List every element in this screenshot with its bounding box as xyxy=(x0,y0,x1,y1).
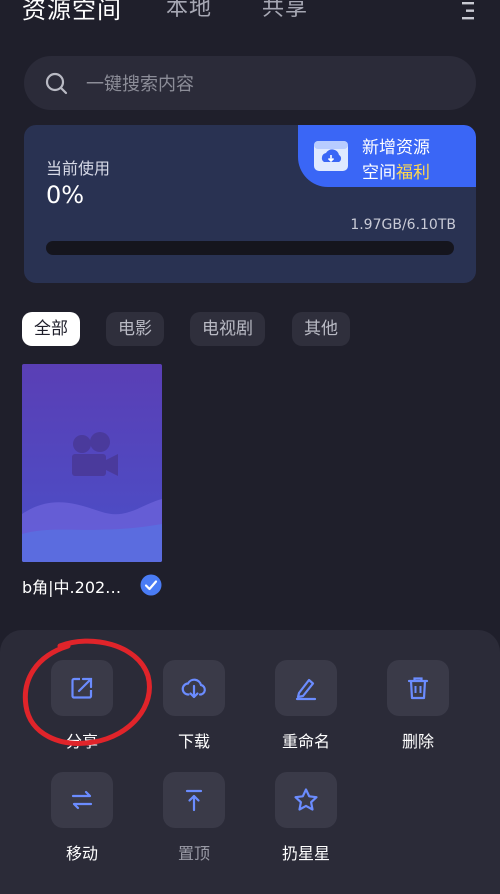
tab-shared[interactable]: 共享 xyxy=(262,0,308,22)
share-button[interactable] xyxy=(51,660,113,716)
share-action[interactable]: 分享 xyxy=(32,660,132,760)
tab-resource-space[interactable]: 资源空间 xyxy=(22,0,122,25)
usage-quota: 1.97GB/6.10TB xyxy=(350,217,456,233)
star-icon xyxy=(294,788,318,811)
cloud-storage-icon xyxy=(314,141,348,171)
video-camera-icon xyxy=(72,432,118,476)
more-vertical-icon[interactable] xyxy=(460,0,476,22)
download-action[interactable]: 下载 xyxy=(144,660,244,760)
star-action[interactable]: 扔星星 xyxy=(256,772,356,872)
rename-label: 重命名 xyxy=(281,732,330,751)
promo-banner[interactable]: 新增资源 空间福利 xyxy=(298,125,476,187)
download-label: 下载 xyxy=(177,732,210,751)
search-bar[interactable] xyxy=(24,56,476,110)
filter-movies[interactable]: 电影 xyxy=(106,312,164,346)
rename-button[interactable] xyxy=(275,660,337,716)
move-button[interactable] xyxy=(51,772,113,828)
delete-label: 删除 xyxy=(401,732,434,751)
search-input[interactable] xyxy=(84,68,448,100)
delete-action[interactable]: 删除 xyxy=(368,660,468,760)
promo-subtitle-highlight: 福利 xyxy=(396,163,430,183)
usage-progress-bar xyxy=(46,241,454,255)
file-name: b角|中.202… xyxy=(22,578,122,597)
search-icon xyxy=(45,72,68,95)
action-sheet: 分享 下载 重命名 删除 移动 置顶 扔星星 xyxy=(0,630,500,894)
move-icon xyxy=(71,790,93,810)
filter-tv-series[interactable]: 电视剧 xyxy=(190,312,265,346)
share-icon xyxy=(71,677,93,699)
filter-other[interactable]: 其他 xyxy=(292,312,350,346)
promo-subtitle: 空间福利 xyxy=(362,158,430,183)
rename-action[interactable]: 重命名 xyxy=(256,660,356,760)
pin-top-label: 置顶 xyxy=(177,844,210,863)
cloud-download-icon xyxy=(181,678,206,699)
checkmark-selected-icon[interactable] xyxy=(140,574,162,596)
top-tab-bar: 资源空间 本地 共享 xyxy=(0,0,500,34)
delete-button[interactable] xyxy=(387,660,449,716)
rename-icon xyxy=(295,678,317,701)
usage-label: 当前使用 xyxy=(46,159,111,178)
storage-usage-card: 当前使用 0% 1.97GB/6.10TB 新增资源 空间福利 xyxy=(24,125,476,283)
usage-percent: 0% xyxy=(46,181,85,209)
tab-local[interactable]: 本地 xyxy=(166,0,212,22)
pin-top-action[interactable]: 置顶 xyxy=(144,772,244,872)
share-label: 分享 xyxy=(65,732,98,751)
move-action[interactable]: 移动 xyxy=(32,772,132,872)
trash-icon xyxy=(407,677,429,700)
star-label: 扔星星 xyxy=(281,844,330,863)
promo-title: 新增资源 xyxy=(362,138,430,158)
move-label: 移动 xyxy=(65,844,98,863)
filter-all[interactable]: 全部 xyxy=(22,312,80,346)
download-button[interactable] xyxy=(163,660,225,716)
file-thumbnail[interactable] xyxy=(22,364,162,562)
promo-subtitle-prefix: 空间 xyxy=(362,163,396,183)
pin-top-icon xyxy=(185,789,203,812)
pin-top-button[interactable] xyxy=(163,772,225,828)
star-button[interactable] xyxy=(275,772,337,828)
